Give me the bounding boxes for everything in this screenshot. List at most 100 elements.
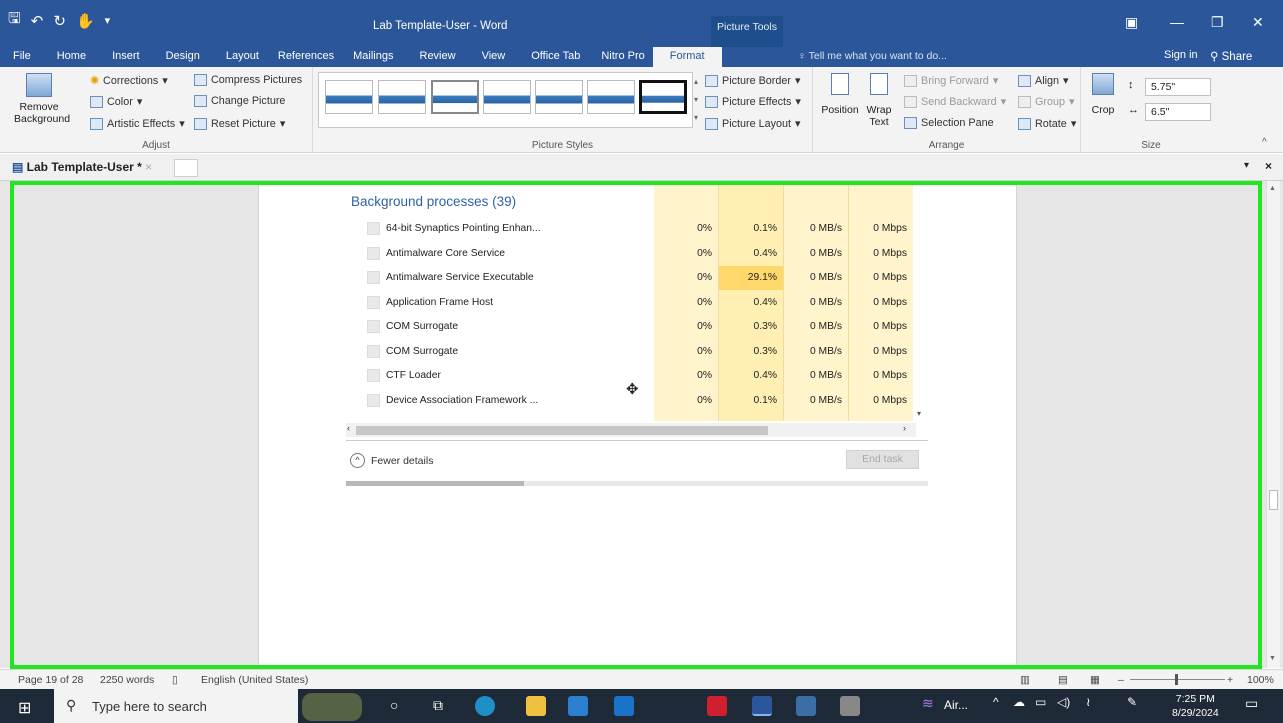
picture-style-thumb[interactable] (378, 80, 426, 114)
close-document-icon[interactable]: × (1265, 159, 1272, 173)
taskbar-search-box[interactable]: ⚲ Type here to search (54, 689, 362, 723)
tab-view[interactable]: View (469, 47, 519, 67)
zoom-out-icon[interactable]: – (1118, 674, 1124, 686)
tell-me-box[interactable]: ♀ Tell me what you want to do... (798, 50, 947, 62)
process-row[interactable]: Application Frame Host 0% 0.4% 0 MB/s 0 … (346, 291, 928, 315)
picture-layout-button[interactable]: Picture Layout ▾ (705, 117, 800, 130)
tab-office-tab[interactable]: Office Tab (518, 47, 593, 67)
reset-picture-button[interactable]: Reset Picture ▾ (194, 117, 285, 130)
height-input[interactable]: 5.75" (1145, 78, 1211, 96)
new-tab-button[interactable] (174, 159, 198, 177)
task-manager-image[interactable]: Background processes (39) 64-bit Synapti… (346, 183, 928, 487)
battery-icon[interactable]: ▭ (1035, 695, 1046, 709)
clock[interactable]: 7:25 PM 8/29/2024 (1172, 692, 1219, 720)
touch-mode-icon[interactable]: ✋ (76, 12, 95, 30)
change-picture-button[interactable]: Change Picture (194, 95, 285, 107)
tab-review[interactable]: Review (407, 47, 469, 67)
tab-file[interactable]: File (0, 47, 44, 67)
cortana-icon[interactable]: ○ (390, 697, 398, 713)
bring-forward-button[interactable]: Bring Forward ▾ (904, 74, 998, 87)
picture-effects-button[interactable]: Picture Effects ▾ (705, 95, 801, 108)
close-button[interactable]: ✕ (1252, 14, 1264, 31)
tab-list-dropdown-icon[interactable]: ▾ (1244, 160, 1249, 171)
tab-layout[interactable]: Layout (213, 47, 272, 67)
picture-border-button[interactable]: Picture Border ▾ (705, 74, 800, 87)
tab-format[interactable]: Format (652, 47, 722, 67)
onedrive-icon[interactable]: ☁ (1013, 695, 1025, 709)
scrollbar-thumb[interactable] (1269, 490, 1278, 510)
tab-design[interactable]: Design (153, 47, 213, 67)
store-icon[interactable] (568, 696, 588, 716)
customize-qat-icon[interactable]: ▾ (105, 14, 111, 27)
sign-in-link[interactable]: Sign in (1164, 49, 1198, 61)
tab-home[interactable]: Home (44, 47, 99, 67)
pen-icon[interactable]: ✎ (1127, 695, 1137, 709)
doc-tab-lab-template[interactable]: ▤ Lab Template-User * × (12, 160, 152, 174)
task-view-icon[interactable]: ⧉ (433, 697, 443, 714)
rotate-button[interactable]: Rotate ▾ (1018, 117, 1076, 130)
zoom-in-icon[interactable]: + (1227, 674, 1233, 686)
save-icon[interactable]: 🖫 (8, 8, 21, 33)
tab-references[interactable]: References (272, 47, 340, 67)
gallery-scroll-arrows[interactable]: ▴ ▾ ▾ (694, 73, 698, 127)
tab-mailings[interactable]: Mailings (340, 47, 406, 67)
tab-nitro-pro[interactable]: Nitro Pro (593, 47, 652, 67)
language[interactable]: English (United States) (201, 674, 308, 686)
tab-insert[interactable]: Insert (99, 47, 153, 67)
close-doc-tab-icon[interactable]: × (145, 160, 152, 174)
artistic-effects-button[interactable]: Artistic Effects ▾ (90, 117, 185, 130)
paint-icon[interactable] (840, 696, 860, 716)
minimize-button[interactable]: — (1170, 14, 1184, 30)
scroll-down-icon[interactable]: ▼ (1269, 655, 1276, 662)
color-button[interactable]: Color ▾ (90, 95, 142, 108)
picture-style-thumb[interactable] (431, 80, 479, 114)
process-row[interactable]: 64-bit Synaptics Pointing Enhan... 0% 0.… (346, 217, 928, 241)
scroll-up-icon[interactable]: ▲ (1269, 185, 1276, 192)
redo-icon[interactable]: ↻ (53, 12, 66, 30)
read-mode-icon[interactable]: ▥ (1020, 674, 1030, 686)
print-layout-icon[interactable]: ▤ (1058, 674, 1068, 686)
edge-icon[interactable] (475, 696, 495, 716)
file-explorer-icon[interactable] (526, 696, 546, 716)
mail-icon[interactable] (614, 696, 634, 716)
web-layout-icon[interactable]: ▦ (1090, 674, 1100, 686)
undo-icon[interactable]: ↶ (31, 12, 44, 30)
selection-pane-button[interactable]: Selection Pane (904, 117, 994, 129)
share-button[interactable]: ⚲ Share (1210, 49, 1252, 63)
compress-pictures-button[interactable]: Compress Pictures (194, 74, 302, 86)
picture-style-thumb[interactable] (483, 80, 531, 114)
vertical-scrollbar[interactable]: ▲ ▼ (1266, 181, 1280, 668)
corrections-button[interactable]: ✺ Corrections ▾ (90, 74, 168, 88)
picture-style-thumb[interactable] (535, 80, 583, 114)
windows-start-icon[interactable]: ⊞ (18, 698, 31, 718)
snipping-tool-icon[interactable] (796, 696, 816, 716)
airtame-icon[interactable]: ≋ (922, 695, 934, 712)
process-row[interactable]: Antimalware Core Service 0% 0.4% 0 MB/s … (346, 242, 928, 266)
remove-background-button[interactable]: Remove Background (14, 73, 70, 125)
picture-style-thumb[interactable] (325, 80, 373, 114)
nitro-icon[interactable] (707, 696, 727, 716)
process-row[interactable]: COM Surrogate 0% 0.3% 0 MB/s 0 Mbps (346, 315, 928, 339)
notification-icon[interactable]: ▭ (1245, 695, 1258, 712)
wrap-text-button[interactable]: Wrap Text (863, 73, 895, 128)
collapse-ribbon-icon[interactable]: ^ (1262, 137, 1267, 148)
ribbon-display-icon[interactable]: ▣ (1125, 14, 1138, 31)
tray-app-label[interactable]: Air... (944, 698, 968, 712)
width-input[interactable]: 6.5" (1145, 103, 1211, 121)
send-backward-button[interactable]: Send Backward ▾ (904, 95, 1006, 108)
align-button[interactable]: Align ▾ (1018, 74, 1068, 87)
zoom-slider-thumb[interactable] (1175, 674, 1178, 685)
word-count[interactable]: 2250 words (100, 674, 154, 686)
picture-style-thumb[interactable] (587, 80, 635, 114)
zoom-level[interactable]: 100% (1247, 674, 1274, 686)
group-button[interactable]: Group ▾ (1018, 95, 1074, 108)
process-row[interactable]: COM Surrogate 0% 0.3% 0 MB/s 0 Mbps (346, 340, 928, 364)
restore-button[interactable]: ❐ (1211, 14, 1224, 31)
position-button[interactable]: Position (818, 73, 862, 116)
volume-icon[interactable]: ◁) (1057, 695, 1070, 709)
picture-style-thumb[interactable] (639, 80, 687, 114)
proofing-icon[interactable]: ▯ (172, 674, 178, 686)
page-count[interactable]: Page 19 of 28 (18, 674, 83, 686)
wifi-icon[interactable]: ≀ (1086, 695, 1091, 709)
crop-button[interactable]: Crop (1088, 73, 1118, 116)
